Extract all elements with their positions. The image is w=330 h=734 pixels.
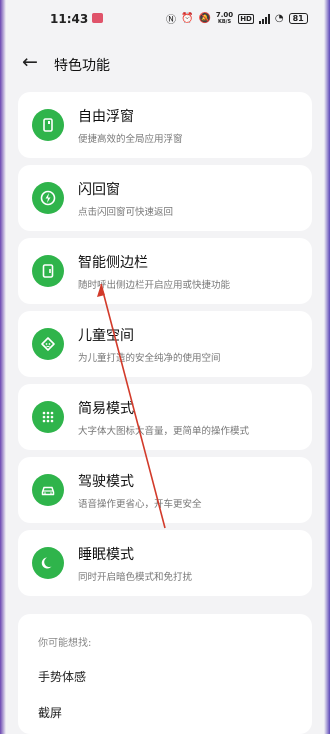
suggestions-panel: 你可能想找: 手势体感 截屏	[18, 614, 312, 734]
feature-title: 驾驶模式	[78, 474, 134, 490]
feature-subtitle: 大字体大图标大音量，更简单的操作模式	[78, 426, 250, 437]
feature-card-driving-mode[interactable]: 驾驶模式 语音操作更省心，开车更安全	[18, 457, 312, 523]
status-bar: 11:43 Ⓝ ⏰ 🔕 7.00 KB/S HD ◔ 81	[0, 0, 330, 38]
mute-icon: 🔕	[198, 13, 211, 24]
feature-subtitle: 便捷高效的全局应用浮窗	[78, 134, 183, 145]
feature-subtitle: 语音操作更省心，开车更安全	[78, 499, 202, 510]
signal-icon	[258, 13, 270, 24]
feature-title: 闪回窗	[78, 182, 120, 198]
status-icons: Ⓝ ⏰ 🔕 7.00 KB/S HD ◔ 81	[166, 11, 308, 26]
feature-subtitle: 点击闪回窗可快速返回	[78, 207, 174, 218]
page-title: 特色功能	[54, 58, 110, 74]
nfc-icon: Ⓝ	[166, 15, 176, 26]
alarm-icon: ⏰	[181, 13, 194, 24]
kids-space-icon	[32, 328, 64, 360]
feature-card-flash-back[interactable]: 闪回窗 点击闪回窗可快速返回	[18, 165, 312, 231]
status-time: 11:43	[50, 12, 89, 26]
feature-card-floating-window[interactable]: 自由浮窗 便捷高效的全局应用浮窗	[18, 92, 312, 158]
feature-title: 睡眠模式	[78, 547, 134, 563]
feature-title: 自由浮窗	[78, 109, 134, 125]
moon-icon	[32, 547, 64, 579]
feature-title: 简易模式	[78, 401, 134, 417]
sidebar-icon	[32, 255, 64, 287]
feature-subtitle: 随时呼出侧边栏开启应用或快捷功能	[78, 280, 231, 291]
battery-icon: 81	[288, 13, 308, 24]
grid-icon	[32, 401, 64, 433]
network-speed: 7.00 KB/S	[215, 10, 234, 25]
feature-card-smart-sidebar[interactable]: 智能侧边栏 随时呼出侧边栏开启应用或快捷功能	[18, 238, 312, 304]
feature-card-kids-space[interactable]: 儿童空间 为儿童打造的安全纯净的使用空间	[18, 311, 312, 377]
feature-card-simple-mode[interactable]: 简易模式 大字体大图标大音量，更简单的操作模式	[18, 384, 312, 450]
suggestions-heading: 你可能想找:	[38, 638, 92, 649]
suggestion-item[interactable]: 手势体感	[38, 668, 86, 685]
feature-subtitle: 为儿童打造的安全纯净的使用空间	[78, 353, 221, 364]
feature-subtitle: 同时开启暗色模式和免打扰	[78, 572, 193, 583]
car-icon	[32, 474, 64, 506]
arrow-left-icon[interactable]: ←	[22, 52, 38, 72]
suggestion-item[interactable]: 截屏	[38, 704, 62, 721]
feature-title: 智能侧边栏	[78, 255, 148, 271]
flash-back-icon	[32, 182, 64, 214]
notification-icon	[92, 13, 103, 23]
page-header: ← 特色功能	[0, 48, 330, 80]
feature-title: 儿童空间	[78, 328, 134, 344]
hd-badge: HD	[238, 13, 254, 24]
wifi-icon: ◔	[274, 13, 284, 24]
floating-window-icon	[32, 109, 64, 141]
feature-card-sleep-mode[interactable]: 睡眠模式 同时开启暗色模式和免打扰	[18, 530, 312, 596]
